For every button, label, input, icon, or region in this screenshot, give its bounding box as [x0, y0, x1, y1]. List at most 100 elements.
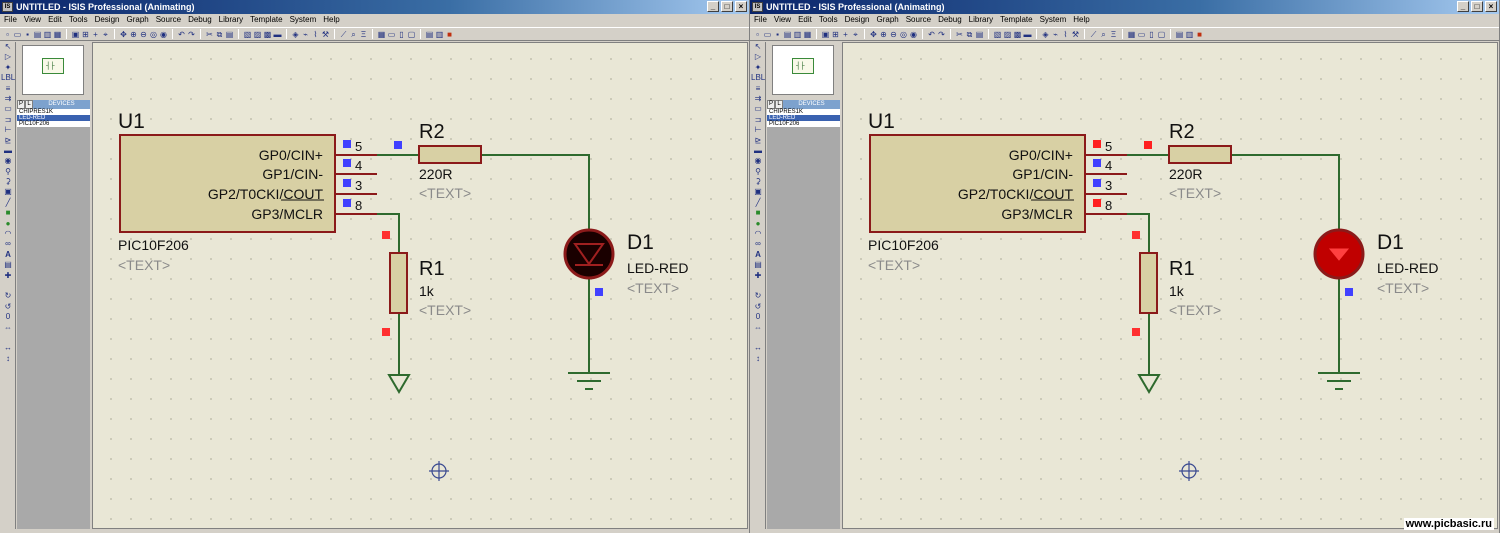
packaging-icon[interactable]: ⌇	[311, 30, 320, 39]
zoom-in-icon[interactable]: ⊕	[129, 30, 138, 39]
device-pins-icon[interactable]: ⊢	[1, 125, 15, 135]
menu-template[interactable]: Template	[250, 14, 282, 26]
tape-recorder-icon[interactable]: ▬	[751, 146, 765, 156]
schematic-canvas[interactable]: U1 PIC10F206 <TEXT> GP0/CIN+ 5 GP1/CIN- 4 GP2/T…	[842, 42, 1498, 529]
wire-label-icon[interactable]: LBL	[1, 73, 15, 83]
crosshair-icon[interactable]: ⌖	[851, 30, 860, 39]
schematic-canvas[interactable]: U1 PIC10F206 <TEXT> GP0/CIN+ 5 GP1/CIN- 4 GP2/T…	[92, 42, 748, 529]
menu-file[interactable]: File	[754, 14, 767, 26]
voltage-probe-icon[interactable]: ⚲	[1, 167, 15, 177]
bom-report-icon[interactable]: ▤	[425, 30, 434, 39]
search-tag-icon[interactable]: ⌕	[1099, 30, 1108, 39]
generator-icon[interactable]: ◉	[751, 156, 765, 166]
menu-system[interactable]: System	[290, 14, 317, 26]
open-file-icon[interactable]: ▭	[763, 30, 772, 39]
menu-edit[interactable]: Edit	[798, 14, 812, 26]
flip-horizontal-icon[interactable]: ↔	[751, 343, 765, 353]
path-icon[interactable]: ∞	[1, 239, 15, 249]
origin-icon[interactable]: +	[91, 30, 100, 39]
rotation-angle-field[interactable]: 0	[751, 312, 765, 322]
device-list-item[interactable]: PIC10F206	[17, 121, 90, 127]
erc-report-icon[interactable]: ▥	[1185, 30, 1194, 39]
path-icon[interactable]: ∞	[751, 239, 765, 249]
library-manager-button[interactable]: L	[775, 100, 783, 109]
decompose-icon[interactable]: ⚒	[1071, 30, 1080, 39]
arc-icon[interactable]: ◠	[751, 229, 765, 239]
export-icon[interactable]: ▥	[43, 30, 52, 39]
rotate-anticlockwise-icon[interactable]: ↺	[751, 302, 765, 312]
marker-icon[interactable]: ✚	[751, 271, 765, 281]
subcircuit-icon[interactable]: ▭	[751, 104, 765, 114]
menu-template[interactable]: Template	[1000, 14, 1032, 26]
child-sheet-icon[interactable]: ▢	[407, 30, 416, 39]
paste-icon[interactable]: ▤	[975, 30, 984, 39]
library-manager-button[interactable]: L	[25, 100, 33, 109]
flip-vertical-icon[interactable]: ↕	[751, 354, 765, 364]
close-button[interactable]: ×	[735, 1, 747, 12]
rotation-angle-field[interactable]: 0	[1, 312, 15, 322]
new-sheet-icon[interactable]: ▭	[1137, 30, 1146, 39]
block-copy-icon[interactable]: ▧	[993, 30, 1002, 39]
block-move-icon[interactable]: ▨	[253, 30, 262, 39]
symbol-icon[interactable]: ▤	[1, 260, 15, 270]
junction-dot-icon[interactable]: ✦	[751, 63, 765, 73]
new-file-icon[interactable]: ▫	[3, 30, 12, 39]
component-mode-icon[interactable]: ▷	[751, 52, 765, 62]
menu-source[interactable]: Source	[906, 14, 931, 26]
circle-icon[interactable]: ●	[751, 219, 765, 229]
export-icon[interactable]: ▥	[793, 30, 802, 39]
paste-icon[interactable]: ▤	[225, 30, 234, 39]
device-list-item[interactable]: PIC10F206	[767, 121, 840, 127]
virtual-instruments-icon[interactable]: ▣	[1, 187, 15, 197]
make-device-icon[interactable]: ⌁	[1051, 30, 1060, 39]
menu-file[interactable]: File	[4, 14, 17, 26]
pan-icon[interactable]: ✥	[869, 30, 878, 39]
u1-pic10f206[interactable]: U1PIC10F206<TEXT>GP0/CIN+5GP1/CIN-4GP2/T…	[868, 110, 1127, 273]
property-tool-icon[interactable]: Ξ	[1109, 30, 1118, 39]
zoom-in-icon[interactable]: ⊕	[879, 30, 888, 39]
component-mode-icon[interactable]: ▷	[1, 52, 15, 62]
undo-icon[interactable]: ↶	[177, 30, 186, 39]
menu-debug[interactable]: Debug	[188, 14, 212, 26]
flip-horizontal-icon[interactable]: ↔	[1, 343, 15, 353]
box-icon[interactable]: ■	[751, 208, 765, 218]
r1-resistor[interactable]: R1 1k <TEXT>	[1132, 231, 1221, 336]
menu-design[interactable]: Design	[95, 14, 120, 26]
bom-report-icon[interactable]: ▤	[1175, 30, 1184, 39]
menu-source[interactable]: Source	[156, 14, 181, 26]
virtual-instruments-icon[interactable]: ▣	[751, 187, 765, 197]
bus-icon[interactable]: ⇉	[751, 94, 765, 104]
block-delete-icon[interactable]: ▬	[1023, 30, 1032, 39]
rotate-anticlockwise-icon[interactable]: ↺	[1, 302, 15, 312]
cut-icon[interactable]: ✂	[955, 30, 964, 39]
d1-led[interactable]: D1 LED-RED <TEXT>	[1313, 228, 1438, 296]
text-icon[interactable]: A	[751, 250, 765, 260]
print-icon[interactable]: ▦	[803, 30, 812, 39]
u1-pic10f206[interactable]: U1PIC10F206<TEXT>GP0/CIN+5GP1/CIN-4GP2/T…	[118, 110, 377, 273]
symbol-icon[interactable]: ▤	[751, 260, 765, 270]
line-icon[interactable]: ╱	[751, 198, 765, 208]
wire-label-icon[interactable]: LBL	[751, 73, 765, 83]
tape-recorder-icon[interactable]: ▬	[1, 146, 15, 156]
text-script-icon[interactable]: ≡	[1, 84, 15, 94]
voltage-probe-icon[interactable]: ⚲	[751, 167, 765, 177]
overview-window[interactable]: ┤├	[22, 45, 84, 95]
zoom-out-icon[interactable]: ⊖	[139, 30, 148, 39]
zoom-out-icon[interactable]: ⊖	[889, 30, 898, 39]
minimize-button[interactable]: _	[707, 1, 719, 12]
rotate-clockwise-icon[interactable]: ↻	[1, 291, 15, 301]
copy-icon[interactable]: ⧉	[965, 30, 974, 39]
maximize-button[interactable]: □	[721, 1, 733, 12]
menu-design[interactable]: Design	[845, 14, 870, 26]
block-rotate-icon[interactable]: ▩	[1013, 30, 1022, 39]
mirror-x-icon[interactable]: ⇔	[1, 323, 15, 333]
rotate-clockwise-icon[interactable]: ↻	[751, 291, 765, 301]
refresh-icon[interactable]: ▣	[821, 30, 830, 39]
menu-library[interactable]: Library	[969, 14, 993, 26]
erc-report-icon[interactable]: ▥	[435, 30, 444, 39]
pick-device-button[interactable]: P	[767, 100, 775, 109]
selection-mode-icon[interactable]: ↖	[751, 42, 765, 52]
grid-icon[interactable]: ⊞	[81, 30, 90, 39]
flip-vertical-icon[interactable]: ↕	[1, 354, 15, 364]
r1-resistor[interactable]: R1 1k <TEXT>	[382, 231, 471, 336]
